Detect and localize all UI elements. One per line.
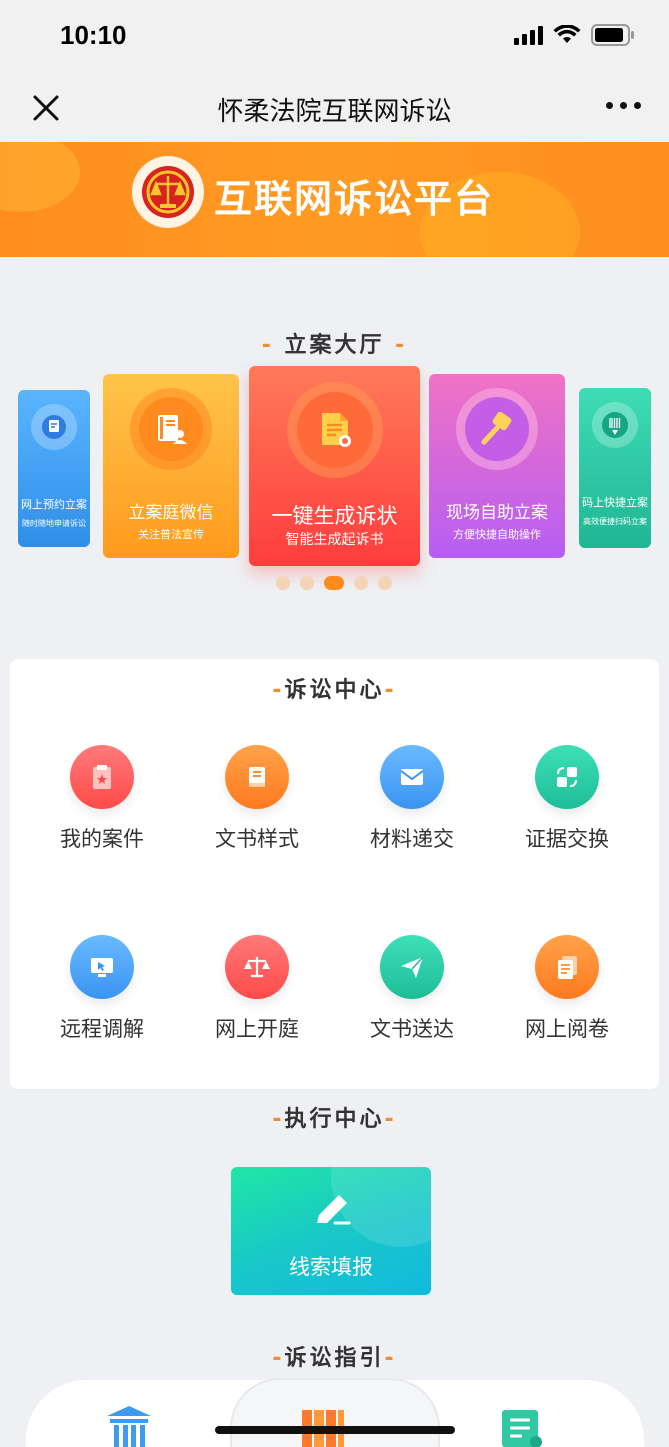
status-icons — [514, 24, 635, 46]
grid-label: 网上阅卷 — [525, 1017, 609, 1041]
document-seal-icon — [321, 413, 351, 447]
banner-title: 互联网诉讼平台 — [214, 177, 495, 221]
grid-item-my-cases[interactable]: 我的案件 — [22, 745, 182, 853]
gavel-icon — [481, 411, 512, 445]
card-title: 立案庭微信 — [128, 503, 214, 523]
grid-label: 证据交换 — [525, 827, 609, 851]
wifi-icon — [553, 25, 581, 43]
clue-report-label: 线索填报 — [289, 1255, 373, 1279]
carousel-dot — [354, 576, 368, 590]
nav-bar: 怀柔法院互联网诉讼 — [0, 74, 669, 142]
clue-report-button[interactable]: 线索填报 — [231, 1167, 431, 1295]
card-title: 现场自助立案 — [446, 503, 548, 523]
filing-card-online-appointment[interactable]: 网上预约立案 随时随地申请诉讼 — [18, 390, 90, 547]
battery-icon — [591, 24, 634, 46]
home-indicator — [215, 1426, 455, 1434]
section-title-litigation-guide: -诉讼指引- — [272, 1346, 397, 1371]
paper-plane-icon — [380, 935, 444, 999]
status-bar: 10:10 — [0, 0, 669, 74]
barcode-pen-icon — [602, 412, 628, 438]
courthouse-icon[interactable] — [104, 1404, 154, 1447]
scales-icon — [225, 935, 289, 999]
card-subtitle: 方便快捷自助操作 — [453, 528, 541, 541]
page-title: 怀柔法院互联网诉讼 — [217, 97, 452, 127]
book-user-icon — [158, 415, 187, 444]
document-list-icon[interactable] — [500, 1408, 544, 1447]
filing-card-wechat[interactable]: 立案庭微信 关注普法宣传 — [103, 374, 239, 558]
carousel-dot — [300, 576, 314, 590]
monitor-icon — [42, 415, 66, 439]
grid-label: 远程调解 — [60, 1017, 144, 1041]
banner: 互联网诉讼平台 — [0, 142, 669, 257]
grid-label: 文书样式 — [215, 827, 299, 851]
card-subtitle: 智能生成起诉书 — [285, 532, 384, 548]
card-subtitle: 关注普法宣传 — [138, 528, 204, 541]
card-subtitle: 随时随地申请诉讼 — [22, 519, 86, 528]
card-subtitle: 高效便捷扫码立案 — [583, 517, 647, 526]
card-title: 网上预约立案 — [21, 498, 87, 511]
filing-card-onsite-self-service[interactable]: 现场自助立案 方便快捷自助操作 — [429, 374, 565, 558]
book-icon — [225, 745, 289, 809]
carousel-dot — [276, 576, 290, 590]
files-icon — [535, 935, 599, 999]
section-title-litigation-center: -诉讼中心- — [272, 678, 397, 703]
section-title-execution-center: -执行中心- — [272, 1107, 397, 1132]
grid-item-remote-mediation[interactable]: 远程调解 — [22, 935, 182, 1043]
grid-label: 文书送达 — [370, 1017, 454, 1041]
cellular-signal-icon — [514, 25, 543, 45]
carousel-dot-active — [324, 576, 344, 590]
filing-card-qr-quick-filing[interactable]: 码上快捷立案 高效便捷扫码立案 — [579, 388, 651, 548]
remote-screen-icon — [70, 935, 134, 999]
grid-item-online-hearing[interactable]: 网上开庭 — [177, 935, 337, 1043]
clipboard-star-icon — [70, 745, 134, 809]
more-icon[interactable] — [606, 102, 641, 109]
grid-item-online-file-review[interactable]: 网上阅卷 — [487, 935, 647, 1043]
envelope-icon — [380, 745, 444, 809]
grid-item-evidence-exchange[interactable]: 证据交换 — [487, 745, 647, 853]
card-title: 一键生成诉状 — [271, 504, 398, 528]
filing-card-generate-complaint[interactable]: 一键生成诉状 智能生成起诉书 — [249, 366, 420, 566]
section-title-filing-hall: - 立案大厅 - — [261, 333, 408, 358]
grid-label: 材料递交 — [370, 827, 454, 851]
grid-label: 我的案件 — [60, 827, 144, 851]
status-time: 10:10 — [60, 20, 127, 50]
grid-item-document-delivery[interactable]: 文书送达 — [332, 935, 492, 1043]
grid-item-submit-materials[interactable]: 材料递交 — [332, 745, 492, 853]
grid-label: 网上开庭 — [215, 1017, 299, 1041]
carousel-indicator[interactable] — [276, 576, 392, 590]
pencil-icon — [317, 1195, 351, 1225]
grid-item-document-templates[interactable]: 文书样式 — [177, 745, 337, 853]
carousel-dot — [378, 576, 392, 590]
court-emblem-icon — [132, 156, 204, 228]
exchange-icon — [535, 745, 599, 809]
card-title: 码上快捷立案 — [582, 496, 648, 509]
